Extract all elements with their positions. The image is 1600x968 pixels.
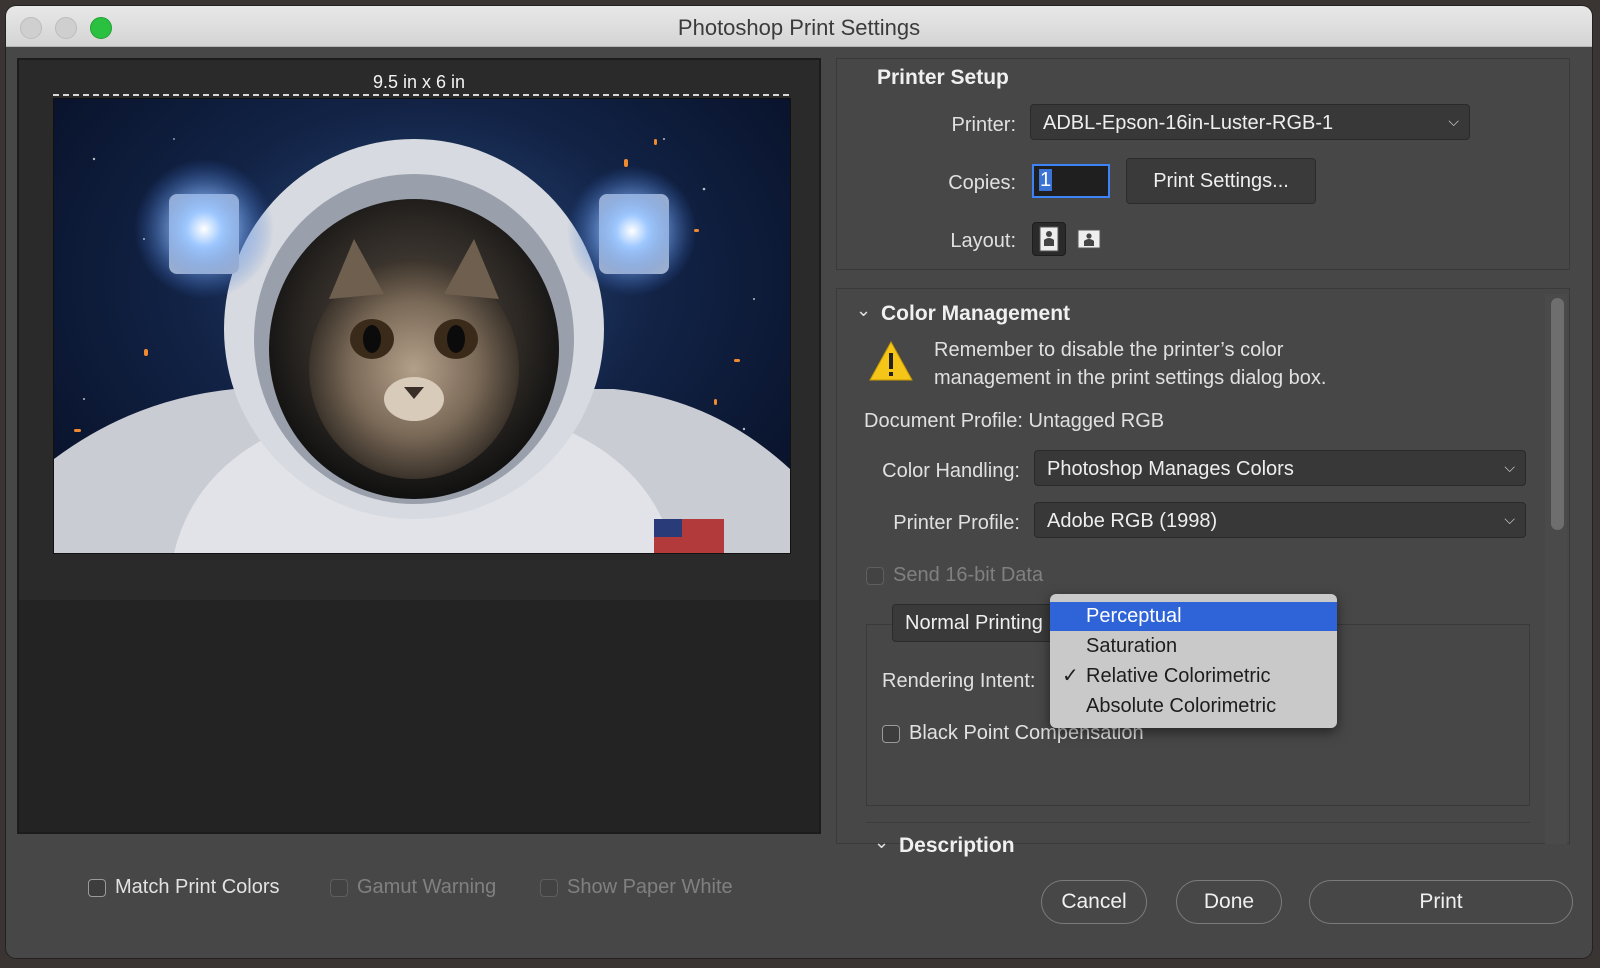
paper-size-label: 9.5 in x 6 in [372, 72, 466, 92]
menu-item-perceptual[interactable]: Perceptual [1050, 602, 1337, 631]
match-print-colors-checkbox[interactable]: Match Print Colors [88, 876, 280, 899]
menu-item-label: Absolute Colorimetric [1086, 695, 1277, 717]
description-title: Description [899, 834, 1015, 857]
document-profile-text: Document Profile: Untagged RGB [864, 410, 1165, 432]
checkbox-box [882, 724, 900, 743]
printer-select[interactable]: ADBL-Epson-16in-Luster-RGB-1 ⌵ [1030, 104, 1470, 140]
checkbox-box [88, 878, 106, 897]
rendering-intent-label: Rendering Intent: [882, 670, 1036, 692]
color-management-disclosure-icon[interactable]: ⌄ [856, 300, 871, 321]
send-16bit-checkbox[interactable]: Send 16-bit Data [866, 564, 1043, 587]
layout-landscape-button[interactable] [1072, 222, 1106, 256]
show-paper-white-checkbox[interactable]: Show Paper White [540, 876, 733, 899]
printer-profile-value: Adobe RGB (1998) [1047, 510, 1218, 532]
portrait-layout-icon [1039, 226, 1059, 252]
printer-setup-title: Printer Setup [877, 66, 1009, 89]
preview-image[interactable] [53, 98, 791, 554]
gamut-warning-label: Gamut Warning [357, 876, 497, 898]
chevron-down-icon: ⌵ [1504, 511, 1515, 527]
printer-label: Printer: [951, 114, 1016, 136]
menu-item-label: Saturation [1086, 635, 1178, 657]
printer-value: ADBL-Epson-16in-Luster-RGB-1 [1043, 112, 1334, 134]
layout-label: Layout: [950, 230, 1016, 252]
print-button[interactable]: Print [1309, 880, 1573, 924]
description-disclosure-icon[interactable]: ⌄ [874, 832, 889, 853]
color-handling-select[interactable]: Photoshop Manages Colors ⌵ [1034, 450, 1526, 486]
preview-empty-area [19, 600, 819, 832]
checkbox-box [540, 878, 558, 897]
print-preview: 9.5 in x 6 in [17, 58, 821, 834]
copies-label: Copies: [948, 172, 1016, 194]
checkbox-box [866, 566, 884, 585]
copies-input[interactable]: 1 [1032, 164, 1110, 198]
print-settings-button[interactable]: Print Settings... [1126, 158, 1316, 204]
warning-icon [869, 340, 913, 381]
done-button[interactable]: Done [1176, 880, 1282, 924]
menu-item-saturation[interactable]: Saturation [1050, 632, 1337, 661]
menu-item-label: Relative Colorimetric [1086, 665, 1271, 687]
printer-profile-label: Printer Profile: [893, 512, 1020, 534]
gamut-warning-checkbox[interactable]: Gamut Warning [330, 876, 496, 899]
landscape-layout-icon [1077, 229, 1101, 249]
window-title: Photoshop Print Settings [677, 15, 921, 40]
section-divider [866, 822, 1530, 823]
menu-item-label: Perceptual [1086, 605, 1182, 627]
cancel-button[interactable]: Cancel [1041, 880, 1147, 924]
paper-edge-line [53, 94, 789, 96]
color-handling-value: Photoshop Manages Colors [1047, 458, 1294, 480]
match-print-colors-label: Match Print Colors [115, 876, 280, 898]
checkmark-icon: ✓ [1062, 665, 1079, 687]
panel-scrollbar-thumb[interactable] [1551, 298, 1564, 530]
warning-text-line2: management in the print settings dialog … [934, 367, 1327, 389]
printer-profile-select[interactable]: Adobe RGB (1998) ⌵ [1034, 502, 1526, 538]
rendering-intent-menu: Perceptual Saturation ✓ Relative Colorim… [1050, 594, 1337, 728]
checkbox-box [330, 878, 348, 897]
menu-item-relative-colorimetric[interactable]: ✓ Relative Colorimetric [1050, 662, 1337, 691]
chevron-down-icon: ⌵ [1448, 113, 1459, 129]
send-16bit-label: Send 16-bit Data [893, 564, 1044, 586]
menu-item-absolute-colorimetric[interactable]: Absolute Colorimetric [1050, 692, 1337, 721]
normal-printing-value: Normal Printing [905, 612, 1043, 634]
show-paper-white-label: Show Paper White [567, 876, 733, 898]
astronaut-cat-illustration [54, 138, 790, 553]
copies-value: 1 [1039, 169, 1053, 191]
color-management-title: Color Management [881, 302, 1071, 325]
warning-text-line1: Remember to disable the printer’s color [934, 339, 1284, 361]
color-handling-label: Color Handling: [882, 460, 1020, 482]
layout-portrait-button[interactable] [1032, 222, 1066, 256]
chevron-down-icon: ⌵ [1504, 459, 1515, 475]
title-bar: Photoshop Print Settings [6, 6, 1592, 47]
